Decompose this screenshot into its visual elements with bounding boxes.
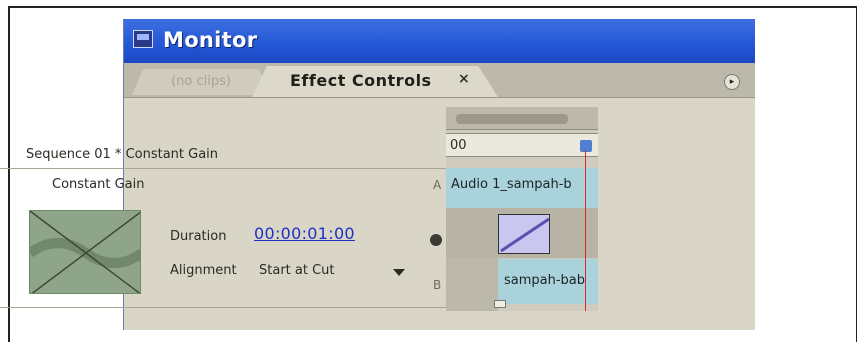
clip-a-label: Audio 1_sampah-b [451,177,572,192]
transition-thumbnail[interactable] [29,210,141,294]
tab-bar: (no clips) Effect Controls × ▸ [124,63,755,98]
alignment-select[interactable]: Start at Cut [259,263,335,278]
reverse-icon[interactable] [430,234,442,246]
crossfade-icon [500,217,549,253]
trim-handle[interactable] [494,300,506,308]
side-b-label: B [433,278,442,292]
timeline-ruler[interactable] [446,107,598,130]
tab-no-clips[interactable]: (no clips) [132,69,270,95]
duration-value[interactable]: 00:00:01:00 [254,224,355,243]
transition-name: Constant Gain [52,177,145,192]
timecode-field[interactable] [446,133,598,157]
alignment-label: Alignment [170,263,237,278]
close-tab-icon[interactable]: × [458,71,470,87]
clip-b-label: sampah-bab [504,273,586,288]
timeline-zoom-scrollbar[interactable] [456,114,568,124]
transition-block[interactable] [498,214,550,254]
panel-menu-icon[interactable]: ▸ [724,74,740,90]
duration-label: Duration [170,229,227,244]
tab-effect-controls-label: Effect Controls [290,71,432,90]
divider [0,307,448,308]
empty-track-area [446,258,498,311]
clip-a[interactable]: Audio 1_sampah-b [446,168,598,208]
side-a-label: A [433,178,442,192]
tab-effect-controls[interactable]: Effect Controls × [252,66,498,97]
divider [0,168,448,169]
title-bar[interactable]: Monitor [124,19,755,63]
timecode-value: 00 [450,138,467,153]
window-title: Monitor [163,28,258,52]
transition-preview-icon [30,211,140,293]
sequence-path: Sequence 01 * Constant Gain [26,147,219,162]
monitor-app-icon [133,30,153,48]
clip-b[interactable]: sampah-bab [498,259,598,304]
playhead-line[interactable] [585,150,586,311]
playhead-handle[interactable] [580,140,592,152]
chevron-down-icon[interactable] [393,269,405,276]
